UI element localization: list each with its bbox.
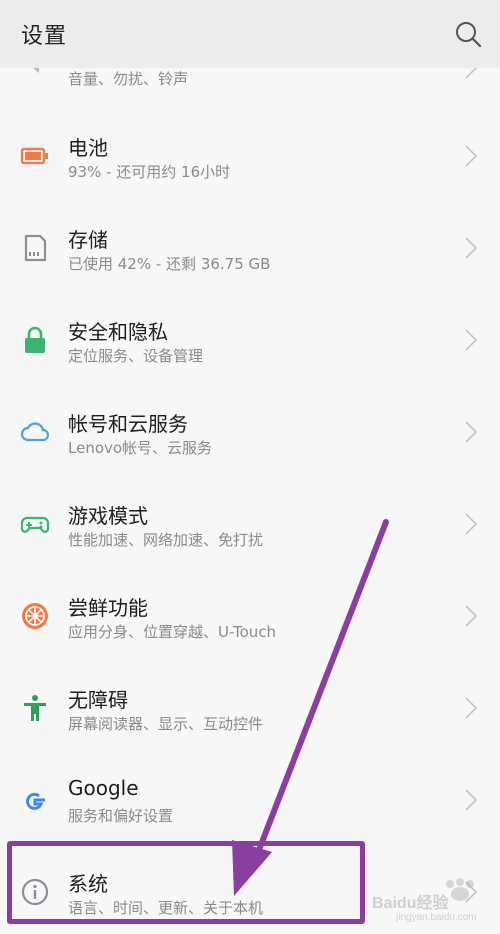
settings-item-subtitle: 定位服务、设备管理 [68, 347, 204, 365]
settings-item-subtitle: 屏幕阅读器、显示、互动控件 [68, 715, 264, 733]
settings-item-system[interactable]: 系统 语言、时间、更新、关于本机 [0, 846, 500, 934]
chevron-right-icon [464, 420, 478, 444]
settings-item-title: 帐号和云服务 [68, 412, 188, 436]
chevron-right-icon [464, 328, 478, 352]
orange-slice-icon [20, 601, 50, 631]
settings-item-subtitle: 93% - 还可用约 16小时 [68, 163, 231, 181]
settings-item-google[interactable]: Google 服务和偏好设置 [0, 754, 500, 846]
settings-item-accessibility[interactable]: 无障碍 屏幕阅读器、显示、互动控件 [0, 662, 500, 754]
settings-item-title: 无障碍 [68, 688, 128, 712]
chevron-right-icon [464, 604, 478, 628]
settings-item-title: 尝鲜功能 [68, 596, 148, 620]
settings-item-battery[interactable]: 电池 93% - 还可用约 16小时 [0, 110, 500, 202]
settings-item-labs[interactable]: 尝鲜功能 应用分身、位置穿越、U-Touch [0, 570, 500, 662]
settings-item-security[interactable]: 安全和隐私 定位服务、设备管理 [0, 294, 500, 386]
info-icon [20, 877, 50, 907]
settings-item-title: 存储 [68, 228, 108, 252]
google-icon [20, 785, 50, 815]
page-title: 设置 [21, 24, 68, 49]
cloud-icon [20, 417, 50, 447]
lock-icon [20, 325, 50, 355]
settings-item-subtitle: 音量、勿扰、铃声 [68, 70, 189, 88]
settings-item-subtitle: 已使用 42% - 还剩 36.75 GB [68, 255, 271, 273]
settings-item-storage[interactable]: 存储 已使用 42% - 还剩 36.75 GB [0, 202, 500, 294]
settings-item-subtitle: 性能加速、网络加速、免打扰 [68, 531, 264, 549]
settings-item-account[interactable]: 帐号和云服务 Lenovo帐号、云服务 [0, 386, 500, 478]
settings-item-subtitle: 应用分身、位置穿越、U-Touch [68, 623, 277, 641]
accessibility-icon [20, 693, 50, 723]
chevron-right-icon [464, 696, 478, 720]
battery-icon [20, 141, 50, 171]
app-header: 设置 [0, 0, 500, 68]
search-icon[interactable] [454, 20, 482, 48]
settings-item-game[interactable]: 游戏模式 性能加速、网络加速、免打扰 [0, 478, 500, 570]
settings-item-title: 安全和隐私 [68, 320, 168, 344]
settings-item-title: 系统 [68, 872, 108, 896]
settings-screen: 音量、勿扰、铃声 电池 93% - 还可用约 16小时 存储 已使用 42% -… [0, 0, 500, 934]
gamepad-icon [20, 509, 50, 539]
settings-item-title: Google [68, 776, 139, 800]
chevron-right-icon [464, 788, 478, 812]
chevron-right-icon [464, 512, 478, 536]
settings-item-title: 电池 [68, 136, 108, 160]
chevron-right-icon [464, 880, 478, 904]
settings-item-subtitle: 语言、时间、更新、关于本机 [68, 899, 264, 917]
settings-item-subtitle: 服务和偏好设置 [68, 807, 174, 825]
settings-item-subtitle: Lenovo帐号、云服务 [68, 439, 213, 457]
chevron-right-icon [464, 236, 478, 260]
settings-item-title: 游戏模式 [68, 504, 148, 528]
storage-icon [20, 233, 50, 263]
chevron-right-icon [464, 144, 478, 168]
